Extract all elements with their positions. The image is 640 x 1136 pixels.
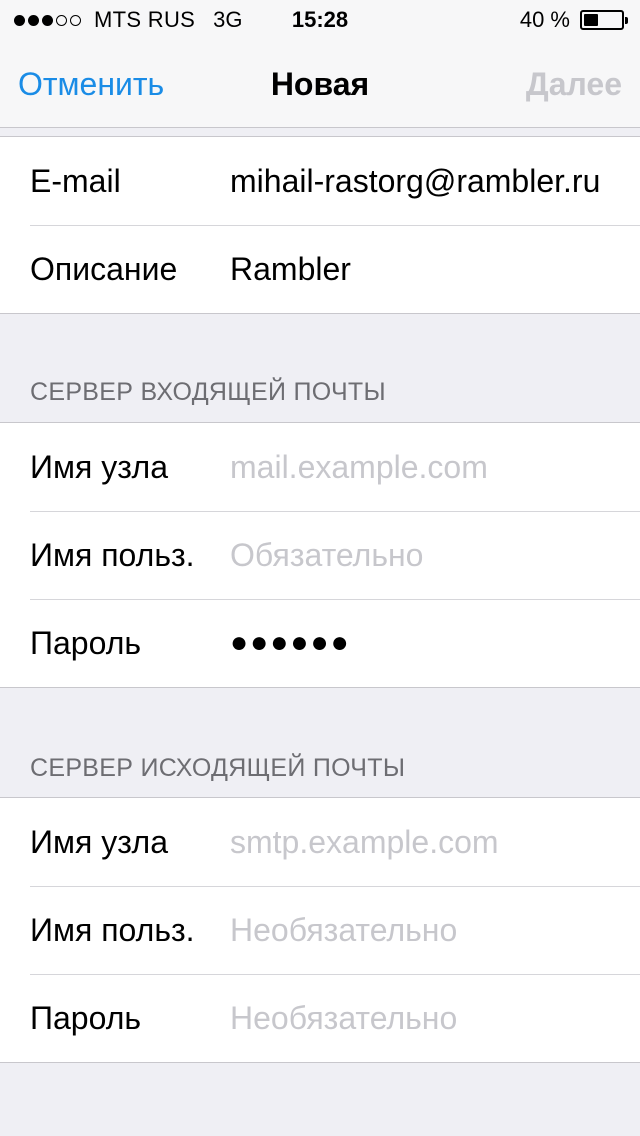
incoming-password-label: Пароль bbox=[30, 625, 142, 661]
outgoing-host-row[interactable]: Имя узла smtp.example.com bbox=[0, 798, 640, 886]
outgoing-user-row[interactable]: Имя польз. Необязательно bbox=[0, 886, 640, 974]
outgoing-user-field[interactable]: Необязательно bbox=[230, 886, 457, 974]
incoming-user-row[interactable]: Имя польз. Обязательно bbox=[0, 511, 640, 599]
incoming-host-label: Имя узла bbox=[30, 449, 168, 485]
outgoing-host-label: Имя узла bbox=[30, 824, 168, 860]
incoming-host-field[interactable]: mail.example.com bbox=[230, 423, 488, 511]
description-row[interactable]: Описание Rambler bbox=[0, 225, 640, 313]
battery-percent: 40 % bbox=[519, 7, 570, 32]
outgoing-server-group: Имя узла smtp.example.com Имя польз. Нео… bbox=[0, 797, 640, 1063]
incoming-server-group: Имя узла mail.example.com Имя польз. Обя… bbox=[0, 422, 640, 688]
battery-nub bbox=[625, 17, 628, 24]
battery-icon bbox=[580, 10, 628, 30]
next-button[interactable]: Далее bbox=[526, 40, 622, 128]
battery-fill bbox=[584, 14, 598, 26]
outgoing-server-header: СЕРВЕР ИСХОДЯЩЕЙ ПОЧТЫ bbox=[30, 754, 406, 782]
email-row[interactable]: E-mail mihail-rastorg@rambler.ru bbox=[0, 137, 640, 225]
status-bar: MTS RUS 3G 15:28 40 % bbox=[0, 0, 640, 40]
incoming-password-field[interactable]: ●●●●●● bbox=[230, 599, 351, 687]
description-field[interactable]: Rambler bbox=[230, 225, 351, 313]
description-label: Описание bbox=[30, 251, 178, 287]
incoming-user-label: Имя польз. bbox=[30, 537, 195, 573]
incoming-host-row[interactable]: Имя узла mail.example.com bbox=[0, 423, 640, 511]
outgoing-password-field[interactable]: Необязательно bbox=[230, 974, 457, 1062]
account-group: E-mail mihail-rastorg@rambler.ru Описани… bbox=[0, 136, 640, 314]
email-label: E-mail bbox=[30, 163, 121, 199]
incoming-user-field[interactable]: Обязательно bbox=[230, 511, 423, 599]
incoming-password-row[interactable]: Пароль ●●●●●● bbox=[0, 599, 640, 687]
email-field[interactable]: mihail-rastorg@rambler.ru bbox=[230, 137, 600, 225]
outgoing-password-label: Пароль bbox=[30, 1000, 142, 1036]
top-bar: MTS RUS 3G 15:28 40 % Отменить Новая Дал… bbox=[0, 0, 640, 128]
status-right: 40 % bbox=[519, 0, 628, 40]
navigation-bar: Отменить Новая Далее bbox=[0, 40, 640, 128]
incoming-server-header: СЕРВЕР ВХОДЯЩЕЙ ПОЧТЫ bbox=[30, 378, 386, 406]
outgoing-host-field[interactable]: smtp.example.com bbox=[230, 798, 499, 886]
outgoing-password-row[interactable]: Пароль Необязательно bbox=[0, 974, 640, 1062]
outgoing-user-label: Имя польз. bbox=[30, 912, 195, 948]
